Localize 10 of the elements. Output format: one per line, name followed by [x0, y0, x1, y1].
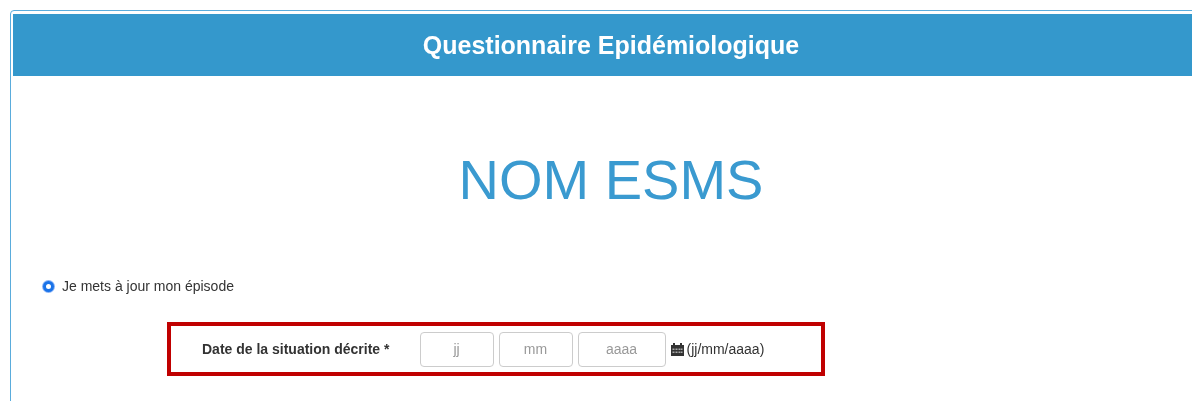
- establishment-name: NOM ESMS: [458, 146, 764, 212]
- radio-button[interactable]: [43, 280, 54, 292]
- date-input[interactable]: aaaa: [577, 331, 666, 367]
- field-label: Date de la situation décrite *: [202, 341, 390, 357]
- calendar-icon[interactable]: [670, 342, 684, 356]
- date-input[interactable]: jj: [419, 331, 494, 367]
- radio-label: Je mets à jour mon épisode: [62, 278, 234, 294]
- page-title: Questionnaire Epidémiologique: [422, 30, 800, 60]
- date-input[interactable]: mm: [498, 331, 573, 367]
- date-format-hint: (jj/mm/aaaa): [686, 341, 765, 357]
